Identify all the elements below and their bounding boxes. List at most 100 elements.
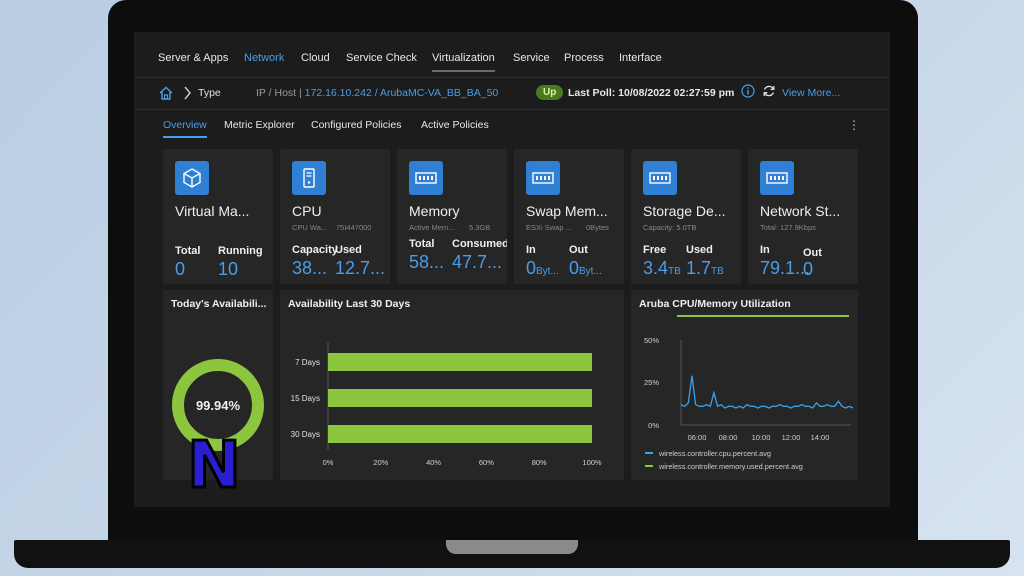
- card-subtitle: CPU Wa...: [292, 223, 328, 232]
- in-label: In: [526, 244, 536, 256]
- out-label: Out: [569, 244, 588, 256]
- card-memory[interactable]: Memory Active Mem... 5.3GB Total Consume…: [397, 149, 507, 284]
- total-value: 58...: [409, 252, 445, 272]
- category-label: 7 Days: [295, 358, 320, 367]
- card-title: Memory: [409, 203, 460, 219]
- out-value: 0Byt...: [569, 258, 602, 279]
- consumed-label: Consumed: [452, 238, 507, 250]
- card-subtitle-value: 5.3GB: [469, 223, 491, 232]
- x-tick-label: 12:00: [782, 433, 801, 442]
- category-label: 15 Days: [291, 394, 320, 403]
- x-tick-label: 60%: [479, 458, 494, 467]
- crumb-type[interactable]: Type: [198, 87, 221, 99]
- status-badge: Up: [536, 85, 564, 100]
- legend-label[interactable]: wireless.controller.cpu.percent.avg: [658, 449, 771, 458]
- host-link[interactable]: 172.16.10.242 / ArubaMC-VA_BB_BA_50: [305, 87, 499, 99]
- card-title: Swap Mem...: [526, 203, 608, 219]
- consumed-value: 47.7...: [452, 252, 503, 272]
- breadcrumb: Type IP / Host | 172.16.10.242 / ArubaMC…: [134, 78, 890, 110]
- tab-server-apps[interactable]: Server & Apps: [158, 52, 228, 64]
- in-unit: Byt...: [536, 266, 559, 277]
- card-title: Virtual Ma...: [175, 203, 250, 219]
- more-options-icon[interactable]: ⋮: [848, 118, 860, 132]
- used-label: Used: [335, 244, 362, 256]
- legend-label[interactable]: wireless.controller.memory.used.percent.…: [658, 462, 803, 471]
- out-number: 0: [569, 258, 580, 278]
- x-tick-label: 100%: [582, 458, 602, 467]
- out-unit: Byt...: [579, 266, 602, 277]
- bar-chart: 7 Days 15 Days 30 Days 0% 20% 40% 60% 80% 100%: [291, 342, 602, 467]
- donut-value: 99.94%: [196, 398, 241, 413]
- subtab-active-policies[interactable]: Active Policies: [421, 119, 489, 131]
- subtab-overview[interactable]: Overview: [163, 119, 207, 138]
- tab-service[interactable]: Service: [513, 52, 550, 64]
- refresh-icon[interactable]: [762, 84, 776, 98]
- bar[interactable]: [328, 389, 592, 407]
- x-tick-label: 14:00: [811, 433, 830, 442]
- home-icon[interactable]: [158, 85, 174, 101]
- in-value: 0Byt...: [526, 258, 559, 279]
- total-label: Total: [175, 245, 201, 257]
- card-swap-memory[interactable]: Swap Mem... ESXi Swap ... 0Bytes In Out …: [514, 149, 624, 284]
- running-value: 10: [218, 259, 239, 279]
- card-subtitle: Active Mem...: [409, 223, 455, 232]
- cpu-series-line[interactable]: [680, 375, 854, 409]
- out-value: 0: [803, 259, 814, 279]
- card-title: Network St...: [760, 203, 841, 219]
- tab-network[interactable]: Network: [244, 52, 284, 64]
- sub-tabs: Overview Metric Explorer Configured Poli…: [134, 110, 890, 142]
- view-more-link[interactable]: View More...: [782, 87, 840, 99]
- memory-icon: [409, 161, 443, 195]
- in-number: 0: [526, 258, 537, 278]
- info-icon[interactable]: [741, 84, 755, 98]
- card-subtitle: Total: 127.9Kbps: [760, 223, 816, 232]
- path-prefix: IP / Host |: [256, 87, 305, 99]
- card-network[interactable]: Network St... Total: 127.9Kbps In Out 79…: [748, 149, 858, 284]
- total-label: Total: [409, 238, 435, 250]
- used-label: Used: [686, 244, 713, 256]
- cube-icon: [175, 161, 209, 195]
- free-number: 3.4: [643, 258, 669, 278]
- x-tick-label: 40%: [426, 458, 441, 467]
- memory-icon: [760, 161, 794, 195]
- top-nav: Server & Apps Network Cloud Service Chec…: [134, 32, 890, 78]
- cpu-icon: [292, 161, 326, 195]
- card-subtitle: Capacity: 5.0TB: [643, 223, 697, 232]
- card-title: CPU: [292, 203, 322, 219]
- bar[interactable]: [328, 353, 592, 371]
- y-tick-label: 50%: [644, 336, 659, 345]
- tab-virtualization[interactable]: Virtualization: [432, 52, 495, 72]
- running-label: Running: [218, 245, 263, 257]
- x-tick-label: 06:00: [688, 433, 707, 442]
- used-unit: TB: [711, 266, 724, 277]
- panel-cpu-memory: Aruba CPU/Memory Utilization 50% 25% 0% 06:…: [631, 290, 858, 480]
- card-virtual-machines[interactable]: Virtual Ma... Total Running 0 10: [163, 149, 273, 284]
- x-tick-label: 20%: [373, 458, 388, 467]
- card-cpu[interactable]: CPU CPU Wa... 75I447000 Capacity Used 38…: [280, 149, 390, 284]
- tab-cloud[interactable]: Cloud: [301, 52, 330, 64]
- subtab-metric-explorer[interactable]: Metric Explorer: [224, 119, 295, 131]
- used-value: 12.7...: [335, 258, 386, 278]
- memory-icon: [643, 161, 677, 195]
- x-tick-label: 10:00: [752, 433, 771, 442]
- panel-availability-30-days: Availability Last 30 Days 7 Days 15 Days 3…: [280, 290, 624, 480]
- used-number: 1.7: [686, 258, 712, 278]
- line-chart: 50% 25% 0% 06:00 08:00 10:00 12:00 14:00 wireles…: [644, 336, 854, 471]
- y-tick-label: 25%: [644, 378, 659, 387]
- tab-interface[interactable]: Interface: [619, 52, 662, 64]
- card-subtitle-value: 75I447000: [336, 223, 372, 232]
- in-label: In: [760, 244, 770, 256]
- tab-service-check[interactable]: Service Check: [346, 52, 417, 64]
- capacity-label: Capacity: [292, 244, 338, 256]
- total-value: 0: [175, 259, 186, 279]
- card-storage[interactable]: Storage De... Capacity: 5.0TB Free Used …: [631, 149, 741, 284]
- chevron-right-icon: [184, 86, 191, 100]
- category-label: 30 Days: [291, 430, 320, 439]
- card-subtitle: ESXi Swap ...: [526, 223, 572, 232]
- bar[interactable]: [328, 425, 592, 443]
- subtab-configured-policies[interactable]: Configured Policies: [311, 119, 401, 131]
- x-tick-label: 08:00: [719, 433, 738, 442]
- card-subtitle-value: 0Bytes: [586, 223, 609, 232]
- capacity-value: 38...: [292, 258, 328, 278]
- tab-process[interactable]: Process: [564, 52, 604, 64]
